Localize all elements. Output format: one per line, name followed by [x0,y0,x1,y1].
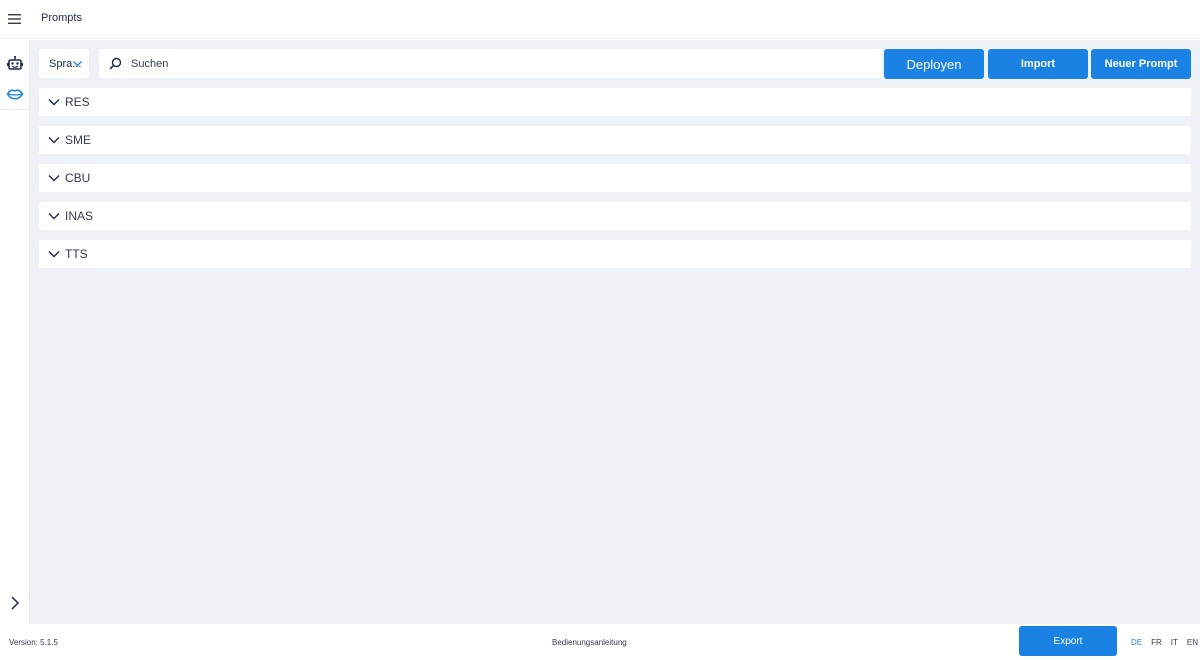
lang-en[interactable]: EN [1187,638,1198,647]
group-row-res[interactable]: RES [39,88,1191,116]
hamburger-icon[interactable] [6,10,24,28]
group-label: RES [65,95,90,109]
group-row-cbu[interactable]: CBU [39,164,1191,192]
group-label: INAS [65,209,94,223]
top-bar: Prompts [0,0,1200,39]
robot-icon [7,55,23,70]
group-row-sme[interactable]: SME [39,126,1191,154]
new-prompt-button[interactable]: Neuer Prompt [1091,49,1191,79]
group-row-inas[interactable]: INAS [39,202,1191,230]
group-label: TTS [65,247,88,261]
sidebar [0,40,30,624]
group-label: SME [65,133,92,147]
import-button[interactable]: Import [988,49,1088,79]
chevron-right-icon[interactable] [6,594,24,612]
footer: Version: 5.1.5 Bedienungsanleitung Expor… [0,624,1200,660]
chevron-down-icon [48,213,60,220]
sidebar-item-lips[interactable] [4,83,26,105]
search-icon [109,57,122,70]
lang-de[interactable]: DE [1131,638,1142,647]
page-title: Prompts [41,12,82,24]
chevron-down-icon [73,61,82,67]
language-switcher: DE FR IT EN [1131,638,1198,647]
main-content: Spra... Deployen Import Neuer Prompt RES… [30,40,1200,624]
lang-it[interactable]: IT [1171,638,1178,647]
sidebar-item-robot[interactable] [4,53,26,75]
chevron-down-icon [48,251,60,258]
group-label: CBU [65,171,91,185]
group-row-tts[interactable]: TTS [39,240,1191,268]
version-label: Version: 5.1.5 [9,638,58,647]
sidebar-divider [0,109,29,110]
prompt-group-list: RES SME CBU INAS TTS [39,88,1191,278]
chevron-down-icon [48,99,60,106]
chevron-down-icon [48,137,60,144]
chevron-down-icon [48,175,60,182]
lang-fr[interactable]: FR [1151,638,1162,647]
deploy-button[interactable]: Deployen [884,49,984,79]
lips-icon [6,89,24,100]
export-button[interactable]: Export [1019,626,1117,656]
search-input[interactable] [131,49,871,78]
language-select[interactable]: Spra... [39,49,89,78]
manual-link[interactable]: Bedienungsanleitung [552,638,627,647]
search-box [99,49,882,78]
